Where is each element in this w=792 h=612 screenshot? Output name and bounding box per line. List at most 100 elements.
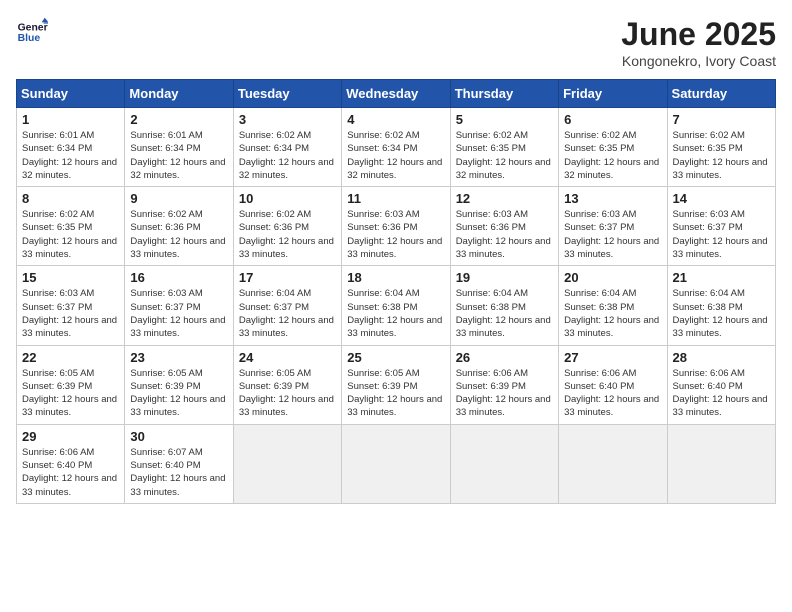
day-number: 27 [564,350,661,365]
calendar-cell: 21 Sunrise: 6:04 AM Sunset: 6:38 PM Dayl… [667,266,775,345]
day-number: 16 [130,270,227,285]
calendar-week-3: 15 Sunrise: 6:03 AM Sunset: 6:37 PM Dayl… [17,266,776,345]
calendar-cell: 27 Sunrise: 6:06 AM Sunset: 6:40 PM Dayl… [559,345,667,424]
day-info: Sunrise: 6:01 AM Sunset: 6:34 PM Dayligh… [22,129,119,182]
day-info: Sunrise: 6:03 AM Sunset: 6:37 PM Dayligh… [673,208,770,261]
calendar-cell: 13 Sunrise: 6:03 AM Sunset: 6:37 PM Dayl… [559,187,667,266]
day-number: 10 [239,191,336,206]
calendar-cell: 2 Sunrise: 6:01 AM Sunset: 6:34 PM Dayli… [125,108,233,187]
weekday-header-row: SundayMondayTuesdayWednesdayThursdayFrid… [17,80,776,108]
day-number: 6 [564,112,661,127]
day-number: 22 [22,350,119,365]
calendar-cell: 23 Sunrise: 6:05 AM Sunset: 6:39 PM Dayl… [125,345,233,424]
day-info: Sunrise: 6:03 AM Sunset: 6:36 PM Dayligh… [456,208,553,261]
page-header: General Blue June 2025 Kongonekro, Ivory… [16,16,776,69]
calendar-cell: 17 Sunrise: 6:04 AM Sunset: 6:37 PM Dayl… [233,266,341,345]
day-number: 26 [456,350,553,365]
day-number: 13 [564,191,661,206]
location-subtitle: Kongonekro, Ivory Coast [621,53,776,69]
calendar-cell [233,424,341,503]
calendar-cell [559,424,667,503]
day-number: 7 [673,112,770,127]
day-number: 14 [673,191,770,206]
calendar-week-4: 22 Sunrise: 6:05 AM Sunset: 6:39 PM Dayl… [17,345,776,424]
day-info: Sunrise: 6:05 AM Sunset: 6:39 PM Dayligh… [239,367,336,420]
calendar-cell: 9 Sunrise: 6:02 AM Sunset: 6:36 PM Dayli… [125,187,233,266]
day-info: Sunrise: 6:03 AM Sunset: 6:37 PM Dayligh… [564,208,661,261]
day-number: 29 [22,429,119,444]
day-info: Sunrise: 6:02 AM Sunset: 6:36 PM Dayligh… [239,208,336,261]
day-number: 21 [673,270,770,285]
day-info: Sunrise: 6:06 AM Sunset: 6:40 PM Dayligh… [564,367,661,420]
weekday-header-tuesday: Tuesday [233,80,341,108]
day-info: Sunrise: 6:03 AM Sunset: 6:37 PM Dayligh… [22,287,119,340]
day-info: Sunrise: 6:02 AM Sunset: 6:35 PM Dayligh… [22,208,119,261]
weekday-header-monday: Monday [125,80,233,108]
calendar-cell: 4 Sunrise: 6:02 AM Sunset: 6:34 PM Dayli… [342,108,450,187]
day-info: Sunrise: 6:02 AM Sunset: 6:34 PM Dayligh… [239,129,336,182]
day-number: 12 [456,191,553,206]
day-number: 23 [130,350,227,365]
day-info: Sunrise: 6:04 AM Sunset: 6:38 PM Dayligh… [673,287,770,340]
day-number: 5 [456,112,553,127]
calendar-cell: 14 Sunrise: 6:03 AM Sunset: 6:37 PM Dayl… [667,187,775,266]
day-number: 9 [130,191,227,206]
day-number: 8 [22,191,119,206]
day-info: Sunrise: 6:06 AM Sunset: 6:39 PM Dayligh… [456,367,553,420]
day-info: Sunrise: 6:03 AM Sunset: 6:36 PM Dayligh… [347,208,444,261]
calendar-cell: 12 Sunrise: 6:03 AM Sunset: 6:36 PM Dayl… [450,187,558,266]
day-info: Sunrise: 6:02 AM Sunset: 6:35 PM Dayligh… [564,129,661,182]
calendar-cell: 28 Sunrise: 6:06 AM Sunset: 6:40 PM Dayl… [667,345,775,424]
calendar-cell [342,424,450,503]
weekday-header-thursday: Thursday [450,80,558,108]
day-info: Sunrise: 6:05 AM Sunset: 6:39 PM Dayligh… [130,367,227,420]
day-info: Sunrise: 6:04 AM Sunset: 6:38 PM Dayligh… [564,287,661,340]
calendar-cell: 25 Sunrise: 6:05 AM Sunset: 6:39 PM Dayl… [342,345,450,424]
day-info: Sunrise: 6:02 AM Sunset: 6:35 PM Dayligh… [673,129,770,182]
calendar-table: SundayMondayTuesdayWednesdayThursdayFrid… [16,79,776,504]
weekday-header-friday: Friday [559,80,667,108]
calendar-cell: 24 Sunrise: 6:05 AM Sunset: 6:39 PM Dayl… [233,345,341,424]
calendar-cell: 29 Sunrise: 6:06 AM Sunset: 6:40 PM Dayl… [17,424,125,503]
day-number: 17 [239,270,336,285]
day-info: Sunrise: 6:03 AM Sunset: 6:37 PM Dayligh… [130,287,227,340]
svg-text:General: General [18,22,48,33]
day-number: 18 [347,270,444,285]
day-number: 20 [564,270,661,285]
day-info: Sunrise: 6:05 AM Sunset: 6:39 PM Dayligh… [347,367,444,420]
weekday-header-sunday: Sunday [17,80,125,108]
day-info: Sunrise: 6:06 AM Sunset: 6:40 PM Dayligh… [673,367,770,420]
day-number: 1 [22,112,119,127]
weekday-header-wednesday: Wednesday [342,80,450,108]
day-number: 24 [239,350,336,365]
calendar-cell: 3 Sunrise: 6:02 AM Sunset: 6:34 PM Dayli… [233,108,341,187]
day-info: Sunrise: 6:04 AM Sunset: 6:38 PM Dayligh… [347,287,444,340]
day-number: 28 [673,350,770,365]
calendar-cell: 11 Sunrise: 6:03 AM Sunset: 6:36 PM Dayl… [342,187,450,266]
logo-icon: General Blue [16,16,48,48]
calendar-cell: 15 Sunrise: 6:03 AM Sunset: 6:37 PM Dayl… [17,266,125,345]
calendar-cell: 7 Sunrise: 6:02 AM Sunset: 6:35 PM Dayli… [667,108,775,187]
day-info: Sunrise: 6:07 AM Sunset: 6:40 PM Dayligh… [130,446,227,499]
month-title: June 2025 [621,16,776,53]
day-number: 2 [130,112,227,127]
calendar-cell: 5 Sunrise: 6:02 AM Sunset: 6:35 PM Dayli… [450,108,558,187]
calendar-week-5: 29 Sunrise: 6:06 AM Sunset: 6:40 PM Dayl… [17,424,776,503]
day-info: Sunrise: 6:05 AM Sunset: 6:39 PM Dayligh… [22,367,119,420]
day-number: 11 [347,191,444,206]
calendar-cell: 6 Sunrise: 6:02 AM Sunset: 6:35 PM Dayli… [559,108,667,187]
day-info: Sunrise: 6:06 AM Sunset: 6:40 PM Dayligh… [22,446,119,499]
calendar-cell: 10 Sunrise: 6:02 AM Sunset: 6:36 PM Dayl… [233,187,341,266]
day-info: Sunrise: 6:02 AM Sunset: 6:34 PM Dayligh… [347,129,444,182]
day-info: Sunrise: 6:04 AM Sunset: 6:38 PM Dayligh… [456,287,553,340]
title-block: June 2025 Kongonekro, Ivory Coast [621,16,776,69]
calendar-week-2: 8 Sunrise: 6:02 AM Sunset: 6:35 PM Dayli… [17,187,776,266]
day-info: Sunrise: 6:02 AM Sunset: 6:36 PM Dayligh… [130,208,227,261]
calendar-cell: 30 Sunrise: 6:07 AM Sunset: 6:40 PM Dayl… [125,424,233,503]
day-info: Sunrise: 6:01 AM Sunset: 6:34 PM Dayligh… [130,129,227,182]
calendar-cell [667,424,775,503]
weekday-header-saturday: Saturday [667,80,775,108]
day-number: 3 [239,112,336,127]
day-number: 15 [22,270,119,285]
day-info: Sunrise: 6:04 AM Sunset: 6:37 PM Dayligh… [239,287,336,340]
